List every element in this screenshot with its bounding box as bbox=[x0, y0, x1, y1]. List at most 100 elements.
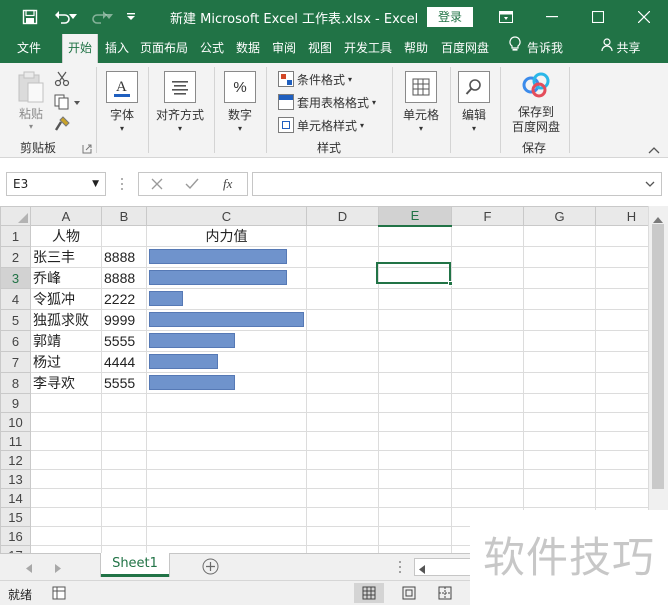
cell-c3[interactable] bbox=[146, 267, 307, 289]
row-header-15[interactable]: 15 bbox=[0, 507, 31, 527]
tab-formulas[interactable]: 公式 bbox=[195, 34, 229, 63]
cell-e8[interactable] bbox=[378, 372, 452, 394]
cell-g10[interactable] bbox=[523, 412, 596, 432]
cell-c10[interactable] bbox=[146, 412, 307, 432]
cell-b9[interactable] bbox=[101, 393, 147, 413]
dialog-launcher-icon[interactable] bbox=[82, 143, 92, 154]
cell-b12[interactable] bbox=[101, 450, 147, 470]
cell-f3[interactable] bbox=[451, 267, 524, 289]
cell-a13[interactable] bbox=[30, 469, 102, 489]
row-header-7[interactable]: 7 bbox=[0, 351, 31, 373]
format-painter-icon[interactable] bbox=[54, 116, 70, 132]
cell-d5[interactable] bbox=[306, 309, 379, 331]
splitter-icon[interactable] bbox=[119, 177, 125, 191]
cell-g5[interactable] bbox=[523, 309, 596, 331]
cell-d6[interactable] bbox=[306, 330, 379, 352]
cell-b10[interactable] bbox=[101, 412, 147, 432]
cell-f10[interactable] bbox=[451, 412, 524, 432]
cell-g13[interactable] bbox=[523, 469, 596, 489]
undo-dropdown-icon[interactable] bbox=[66, 0, 80, 34]
cell-a1[interactable]: 人物 bbox=[30, 225, 102, 247]
tab-data[interactable]: 数据 bbox=[232, 34, 264, 63]
cell-a15[interactable] bbox=[30, 507, 102, 527]
scroll-left-icon[interactable] bbox=[419, 563, 425, 577]
cell-c4[interactable] bbox=[146, 288, 307, 310]
cell-g8[interactable] bbox=[523, 372, 596, 394]
cell-b1[interactable] bbox=[101, 225, 147, 247]
fill-handle[interactable] bbox=[448, 281, 453, 286]
row-header-10[interactable]: 10 bbox=[0, 412, 31, 432]
cell-g6[interactable] bbox=[523, 330, 596, 352]
cell-a11[interactable] bbox=[30, 431, 102, 451]
cell-a16[interactable] bbox=[30, 526, 102, 546]
cancel-icon[interactable] bbox=[151, 178, 163, 193]
tab-home[interactable]: 开始 bbox=[62, 34, 98, 63]
row-header-5[interactable]: 5 bbox=[0, 309, 31, 331]
cell-d16[interactable] bbox=[306, 526, 379, 546]
column-header-a[interactable]: A bbox=[30, 206, 102, 226]
cell-f8[interactable] bbox=[451, 372, 524, 394]
formula-input[interactable] bbox=[252, 172, 662, 196]
cell-g4[interactable] bbox=[523, 288, 596, 310]
cell-e12[interactable] bbox=[378, 450, 452, 470]
copy-icon[interactable] bbox=[54, 94, 82, 110]
save-icon[interactable] bbox=[15, 0, 45, 34]
cell-f9[interactable] bbox=[451, 393, 524, 413]
collapse-ribbon-icon[interactable] bbox=[648, 143, 660, 154]
cell-c8[interactable] bbox=[146, 372, 307, 394]
cell-c7[interactable] bbox=[146, 351, 307, 373]
cell-styles-button[interactable]: 单元格样式 ▾ bbox=[278, 115, 364, 135]
horizontal-scrollbar[interactable] bbox=[414, 558, 474, 576]
row-header-3[interactable]: 3 bbox=[0, 267, 31, 289]
cell-d9[interactable] bbox=[306, 393, 379, 413]
cell-b6[interactable]: 5555 bbox=[101, 330, 147, 352]
cell-d8[interactable] bbox=[306, 372, 379, 394]
cell-g14[interactable] bbox=[523, 488, 596, 508]
cell-c14[interactable] bbox=[146, 488, 307, 508]
cell-d3[interactable] bbox=[306, 267, 379, 289]
cell-b7[interactable]: 4444 bbox=[101, 351, 147, 373]
row-header-14[interactable]: 14 bbox=[0, 488, 31, 508]
cell-d1[interactable] bbox=[306, 225, 379, 247]
vertical-scrollbar[interactable] bbox=[648, 206, 668, 553]
cell-d15[interactable] bbox=[306, 507, 379, 527]
cell-f14[interactable] bbox=[451, 488, 524, 508]
cell-d14[interactable] bbox=[306, 488, 379, 508]
font-button[interactable]: A 字体 ▾ bbox=[104, 71, 140, 135]
row-header-2[interactable]: 2 bbox=[0, 246, 31, 268]
cell-b2[interactable]: 8888 bbox=[101, 246, 147, 268]
cell-a4[interactable]: 令狐冲 bbox=[30, 288, 102, 310]
next-sheet-icon[interactable] bbox=[55, 562, 61, 576]
cell-b13[interactable] bbox=[101, 469, 147, 489]
tab-help[interactable]: 帮助 bbox=[399, 34, 433, 63]
cell-b15[interactable] bbox=[101, 507, 147, 527]
scroll-thumb[interactable] bbox=[652, 224, 664, 489]
cell-d17[interactable] bbox=[306, 545, 379, 553]
cell-c15[interactable] bbox=[146, 507, 307, 527]
cell-f6[interactable] bbox=[451, 330, 524, 352]
cell-c12[interactable] bbox=[146, 450, 307, 470]
cell-b17[interactable] bbox=[101, 545, 147, 553]
cell-c5[interactable] bbox=[146, 309, 307, 331]
cell-f13[interactable] bbox=[451, 469, 524, 489]
insert-function-button[interactable]: fx bbox=[223, 176, 232, 192]
cell-e17[interactable] bbox=[378, 545, 452, 553]
column-header-c[interactable]: C bbox=[146, 206, 307, 226]
cell-g9[interactable] bbox=[523, 393, 596, 413]
cell-e14[interactable] bbox=[378, 488, 452, 508]
cell-table[interactable]: A B C D E F G H 1 人物 内力值 2 张三丰 8888 3 乔峰 8888 4 令狐冲 2222 5 独孤… bbox=[0, 206, 668, 553]
cell-a9[interactable] bbox=[30, 393, 102, 413]
cell-e13[interactable] bbox=[378, 469, 452, 489]
save-to-baidu-button[interactable]: 保存到 百度网盘 bbox=[506, 71, 566, 135]
cell-f11[interactable] bbox=[451, 431, 524, 451]
tell-me-box[interactable]: 告诉我 bbox=[500, 34, 572, 63]
cell-e6[interactable] bbox=[378, 330, 452, 352]
cell-g12[interactable] bbox=[523, 450, 596, 470]
cell-e1[interactable] bbox=[378, 225, 452, 247]
tab-page-layout[interactable]: 页面布局 bbox=[137, 34, 191, 63]
cell-b8[interactable]: 5555 bbox=[101, 372, 147, 394]
cell-c6[interactable] bbox=[146, 330, 307, 352]
select-all-corner[interactable] bbox=[0, 206, 31, 226]
tab-file[interactable]: 文件 bbox=[6, 34, 52, 63]
row-header-17[interactable]: 17 bbox=[0, 545, 31, 553]
